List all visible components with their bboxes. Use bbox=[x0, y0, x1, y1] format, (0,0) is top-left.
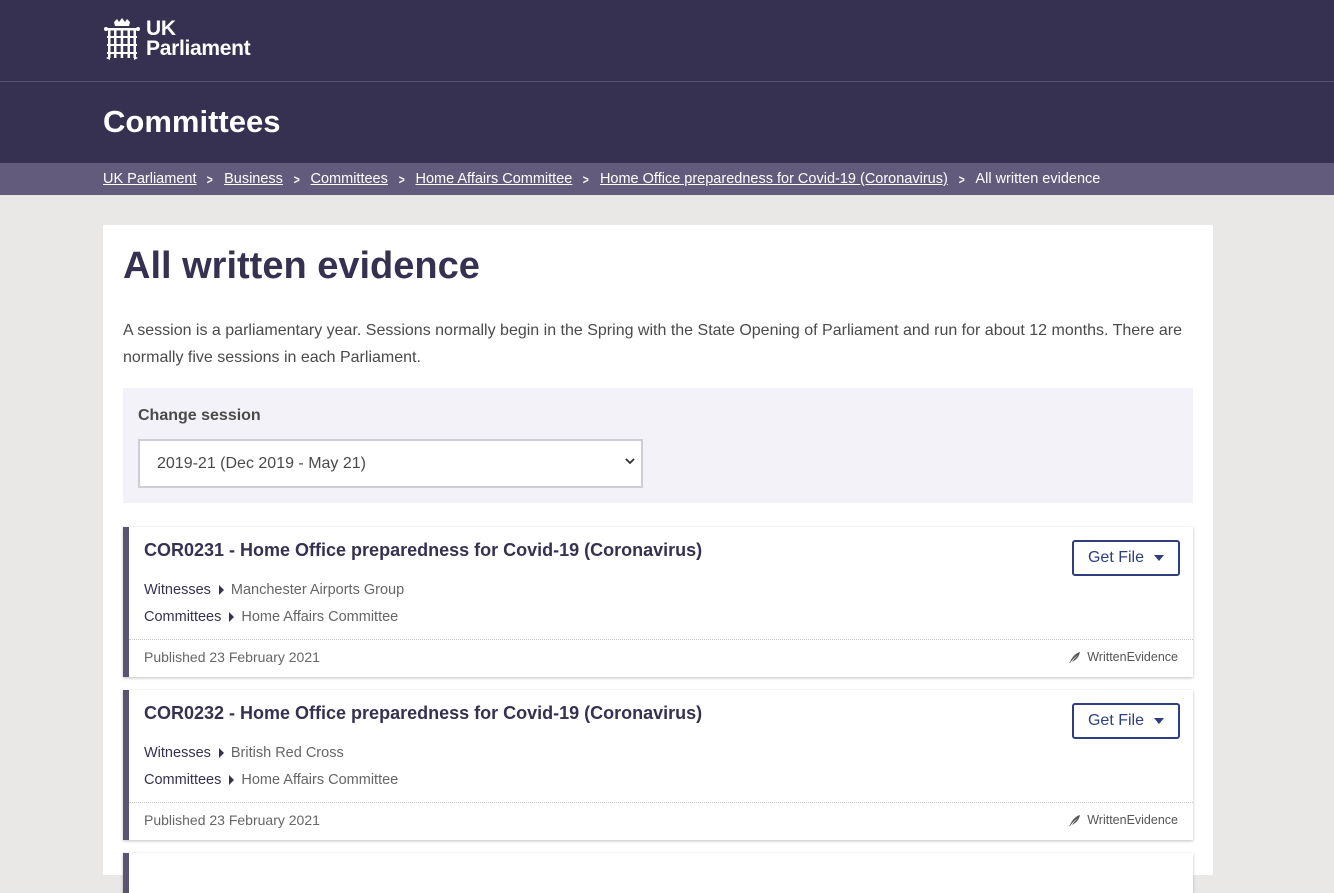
evidence-title[interactable]: COR0231 - Home Office preparedness for C… bbox=[144, 540, 702, 561]
caret-down-icon bbox=[1154, 718, 1164, 724]
triangle-right-icon bbox=[229, 612, 235, 622]
page-title: All written evidence bbox=[123, 245, 480, 287]
portcullis-icon bbox=[104, 18, 140, 60]
chevron-down-icon bbox=[625, 458, 635, 465]
committees-label: Committees bbox=[144, 609, 222, 625]
triangle-right-icon bbox=[218, 748, 224, 758]
divider bbox=[129, 639, 1193, 640]
logo-line-uk: UK bbox=[146, 17, 176, 40]
committee-name[interactable]: Home Affairs Committee bbox=[241, 772, 398, 788]
committee-name[interactable]: Home Affairs Committee bbox=[241, 609, 398, 625]
evidence-type-label: WrittenEvidence bbox=[1087, 813, 1178, 827]
breadcrumb: UK Parliament > Business > Committees > … bbox=[0, 163, 1334, 195]
evidence-title[interactable]: COR0232 - Home Office preparedness for C… bbox=[144, 703, 702, 724]
witnesses-label: Witnesses bbox=[144, 582, 211, 598]
chevron-right-icon: > bbox=[398, 171, 405, 187]
chevron-right-icon: > bbox=[293, 171, 300, 187]
section-title[interactable]: Committees bbox=[103, 104, 280, 140]
session-label: Change session bbox=[138, 407, 261, 424]
quill-icon bbox=[1069, 651, 1081, 663]
session-selector-panel: Change session 2019-21 (Dec 2019 - May 2… bbox=[123, 388, 1193, 503]
get-file-label: Get File bbox=[1087, 712, 1144, 729]
breadcrumb-home-affairs-committee[interactable]: Home Affairs Committee bbox=[415, 171, 572, 187]
intro-text: A session is a parliamentary year. Sessi… bbox=[123, 322, 1182, 366]
evidence-type: WrittenEvidence bbox=[1068, 650, 1178, 664]
breadcrumb-committees[interactable]: Committees bbox=[311, 171, 388, 187]
witness-name[interactable]: Manchester Airports Group bbox=[231, 582, 404, 598]
quill-icon bbox=[1069, 814, 1081, 826]
committees-row: Committees Home Affairs Committee bbox=[144, 772, 398, 788]
committees-row: Committees Home Affairs Committee bbox=[144, 609, 398, 625]
main-content-card: All written evidence A session is a parl… bbox=[103, 225, 1213, 893]
top-header: UK Parliament bbox=[0, 0, 1334, 82]
logo-text: UK Parliament bbox=[146, 17, 251, 60]
breadcrumb-business[interactable]: Business bbox=[224, 171, 283, 187]
chevron-right-icon: > bbox=[207, 171, 214, 187]
get-file-label: Get File bbox=[1087, 549, 1144, 566]
section-bar: Committees bbox=[0, 82, 1334, 163]
evidence-card: COR0231 - Home Office preparedness for C… bbox=[123, 527, 1193, 677]
published-date: Published 23 February 2021 bbox=[144, 812, 320, 828]
logo-line-parliament: Parliament bbox=[146, 37, 251, 60]
triangle-right-icon bbox=[229, 775, 235, 785]
witnesses-label: Witnesses bbox=[144, 745, 211, 761]
evidence-type-label: WrittenEvidence bbox=[1087, 650, 1178, 664]
breadcrumb-uk-parliament[interactable]: UK Parliament bbox=[103, 171, 196, 187]
session-select[interactable]: 2019-21 (Dec 2019 - May 21) bbox=[138, 439, 643, 488]
published-date: Published 23 February 2021 bbox=[144, 649, 320, 665]
evidence-card: COR0232 - Home Office preparedness for C… bbox=[123, 690, 1193, 840]
breadcrumb-inquiry[interactable]: Home Office preparedness for Covid-19 (C… bbox=[600, 171, 948, 187]
session-select-value: 2019-21 (Dec 2019 - May 21) bbox=[157, 454, 366, 472]
caret-down-icon bbox=[1154, 555, 1164, 561]
breadcrumb-current: All written evidence bbox=[975, 171, 1101, 187]
witnesses-row: Witnesses British Red Cross bbox=[144, 745, 344, 761]
triangle-right-icon bbox=[218, 585, 224, 595]
witnesses-row: Witnesses Manchester Airports Group bbox=[144, 582, 404, 598]
chevron-right-icon: > bbox=[958, 171, 965, 187]
get-file-button[interactable]: Get File bbox=[1072, 703, 1180, 739]
uk-parliament-logo[interactable]: UK Parliament bbox=[104, 17, 251, 60]
evidence-card-partial bbox=[123, 853, 1193, 893]
witness-name[interactable]: British Red Cross bbox=[231, 745, 344, 761]
committees-label: Committees bbox=[144, 772, 222, 788]
chevron-right-icon: > bbox=[583, 171, 590, 187]
evidence-type: WrittenEvidence bbox=[1068, 813, 1178, 827]
get-file-button[interactable]: Get File bbox=[1072, 540, 1180, 576]
divider bbox=[129, 802, 1193, 803]
